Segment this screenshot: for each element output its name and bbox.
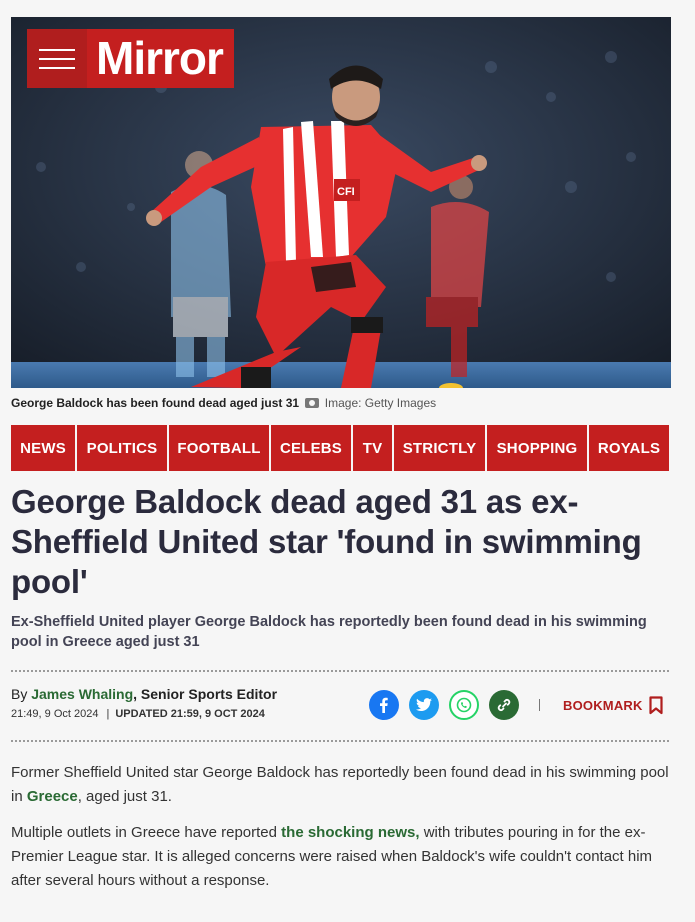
section-nav: NEWS POLITICS FOOTBALL CELEBS TV STRICTL… [11, 425, 669, 471]
bookmark-label: BOOKMARK [563, 698, 643, 713]
paragraph-text: Multiple outlets in Greece have reported [11, 824, 282, 841]
bookmark-icon [648, 696, 663, 715]
facebook-share-icon[interactable] [369, 690, 399, 720]
nav-politics[interactable]: POLITICS [77, 425, 167, 471]
nav-royals[interactable]: ROYALS [589, 425, 669, 471]
menu-line [39, 48, 75, 51]
hero-image: CFI Mirror [11, 17, 671, 388]
article-standfirst: Ex-Sheffield United player George Baldoc… [11, 614, 647, 650]
nav-celebs[interactable]: CELEBS [271, 425, 351, 471]
article-headline: George Baldock dead aged 31 as ex-Sheffi… [11, 483, 642, 600]
caption-text: George Baldock has been found dead aged … [11, 396, 300, 410]
hamburger-menu-icon[interactable] [27, 29, 87, 88]
article-dates: 21:49, 9 Oct 2024 | UPDATED 21:59, 9 OCT 2… [11, 708, 265, 720]
nav-shopping[interactable]: SHOPPING [487, 425, 587, 471]
shirt-sponsor: CFI [337, 186, 355, 198]
byline-prefix: By [11, 686, 28, 702]
share-divider [539, 699, 540, 711]
divider [11, 740, 669, 742]
updated-time: UPDATED 21:59, 9 OCT 2024 [115, 708, 265, 720]
menu-line [39, 66, 75, 69]
site-header: Mirror [27, 29, 234, 88]
author-link[interactable]: James Whaling [31, 686, 133, 702]
paragraph: Former Sheffield United star George Bald… [11, 761, 676, 809]
greece-link[interactable]: Greece [27, 788, 78, 805]
nav-news[interactable]: NEWS [11, 425, 75, 471]
nav-tv[interactable]: TV [353, 425, 392, 471]
published-time: 21:49, 9 Oct 2024 [11, 708, 99, 720]
whatsapp-share-icon[interactable] [449, 690, 479, 720]
nav-strictly[interactable]: STRICTLY [394, 425, 485, 471]
author-role: , Senior Sports Editor [133, 686, 278, 702]
divider [11, 670, 669, 672]
paragraph-text: , aged just 31. [77, 788, 172, 805]
twitter-share-icon[interactable] [409, 690, 439, 720]
paragraph: Multiple outlets in Greece have reported… [11, 821, 676, 893]
menu-line [39, 57, 75, 60]
shocking-news-link[interactable]: the shocking news, [281, 824, 419, 841]
image-credit: Image: Getty Images [324, 396, 437, 410]
nav-football[interactable]: FOOTBALL [169, 425, 269, 471]
image-caption: George Baldock has been found dead aged … [11, 396, 436, 410]
bookmark-button[interactable]: BOOKMARK [563, 696, 663, 715]
mirror-logo[interactable]: Mirror [87, 29, 234, 88]
copy-link-icon[interactable] [489, 690, 519, 720]
byline: By James Whaling, Senior Sports Editor [11, 686, 277, 702]
camera-icon [305, 398, 320, 408]
